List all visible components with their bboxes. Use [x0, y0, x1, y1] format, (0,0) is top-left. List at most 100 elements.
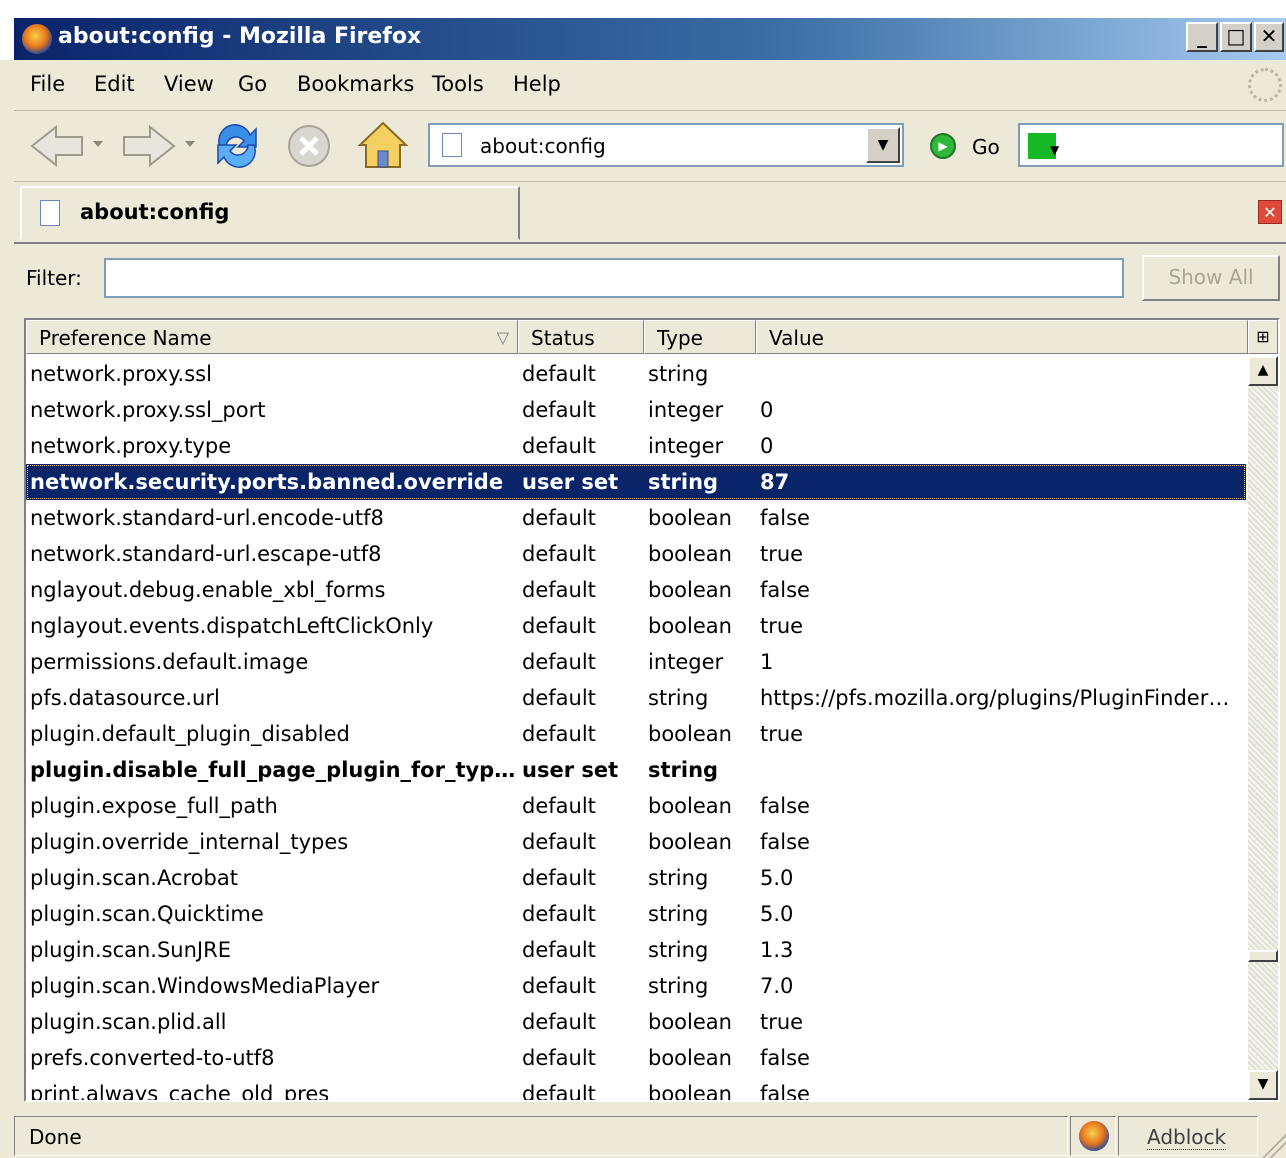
status-text: Done [29, 1125, 82, 1149]
status-cell: default [522, 578, 596, 602]
preference-name-cell: plugin.scan.plid.all [30, 1010, 227, 1034]
title-bar[interactable]: about:config - Mozilla Firefox _ □ ✕ [0, 0, 1286, 60]
status-cell: default [522, 974, 596, 998]
column-picker-icon[interactable]: ⊞ [1248, 320, 1278, 354]
preference-name-cell: network.standard-url.encode-utf8 [30, 506, 384, 530]
url-text[interactable]: about:config [480, 134, 606, 158]
maximize-button[interactable]: □ [1220, 22, 1252, 52]
table-row[interactable]: plugin.scan.SunJRE default string 1.3 [26, 932, 1246, 968]
menu-go[interactable]: Go [238, 72, 267, 96]
filter-input[interactable] [104, 258, 1124, 298]
menu-bookmarks[interactable]: Bookmarks [297, 72, 414, 96]
preferences-tree[interactable]: Preference Name ▽ Status Type Value ⊞ ne… [24, 318, 1280, 1102]
firefox-icon[interactable] [1079, 1121, 1109, 1151]
go-button-label[interactable]: Go [972, 135, 1000, 159]
tab-about-config[interactable]: about:config [20, 186, 520, 240]
status-cell: default [522, 1046, 596, 1070]
type-cell: string [648, 974, 709, 998]
preference-name-cell: network.proxy.ssl [30, 362, 212, 386]
adblock-label[interactable]: Adblock [1147, 1125, 1227, 1150]
column-header-type[interactable]: Type [644, 320, 756, 354]
window-title: about:config - Mozilla Firefox [58, 24, 422, 49]
table-row[interactable]: print.always_cache_old_pres default boolea… [26, 1076, 1246, 1102]
menu-view[interactable]: View [164, 72, 214, 96]
status-cell: default [522, 506, 596, 530]
resize-grip-icon[interactable] [1262, 1134, 1286, 1158]
table-row[interactable]: network.standard-url.encode-utf8 default b… [26, 500, 1246, 536]
column-header-preference-name[interactable]: Preference Name ▽ [26, 320, 518, 354]
table-row[interactable]: plugin.override_internal_types default boo… [26, 824, 1246, 860]
vertical-scrollbar[interactable]: ▲ ▼ [1248, 356, 1278, 1100]
table-row[interactable]: plugin.scan.Acrobat default string 5.0 [26, 860, 1246, 896]
type-cell: boolean [648, 794, 732, 818]
table-row[interactable]: network.proxy.ssl default string [26, 356, 1246, 392]
status-cell: default [522, 722, 596, 746]
table-row[interactable]: nglayout.debug.enable_xbl_forms default bo… [26, 572, 1246, 608]
status-cell: default [522, 1082, 596, 1102]
status-cell: default [522, 794, 596, 818]
status-cell: default [522, 650, 596, 674]
preference-name-cell: plugin.scan.SunJRE [30, 938, 231, 962]
table-row[interactable]: plugin.default_plugin_disabled default boo… [26, 716, 1246, 752]
type-cell: integer [648, 434, 724, 458]
forward-icon[interactable] [118, 123, 178, 169]
type-cell: boolean [648, 830, 732, 854]
table-row[interactable]: plugin.disable_full_page_plugin_for_type… [26, 752, 1246, 788]
table-row[interactable]: nglayout.events.dispatchLeftClickOnly def… [26, 608, 1246, 644]
table-row[interactable]: network.proxy.ssl_port default integer 0 [26, 392, 1246, 428]
tree-header: Preference Name ▽ Status Type Value ⊞ [26, 320, 1278, 356]
status-cell: default [522, 686, 596, 710]
table-row[interactable]: permissions.default.image default integer 1 [26, 644, 1246, 680]
scroll-thumb[interactable] [1248, 950, 1278, 962]
navigation-toolbar: about:config ▼ ▶ Go ▼ [14, 111, 1286, 182]
search-box[interactable]: ▼ [1018, 123, 1284, 167]
status-cell: default [522, 938, 596, 962]
column-header-status[interactable]: Status [518, 320, 644, 354]
table-row[interactable]: plugin.expose_full_path default boolean fal… [26, 788, 1246, 824]
status-cell: default [522, 362, 596, 386]
close-tab-icon[interactable]: ✕ [1258, 200, 1282, 224]
table-row[interactable]: plugin.scan.plid.all default boolean true [26, 1004, 1246, 1040]
preference-name-cell: network.proxy.type [30, 434, 232, 458]
status-cell: default [522, 434, 596, 458]
adblock-panel[interactable]: Adblock [1118, 1116, 1258, 1156]
page-icon [442, 133, 462, 157]
menu-tools[interactable]: Tools [432, 72, 484, 96]
type-cell: boolean [648, 506, 732, 530]
table-row[interactable]: plugin.scan.Quicktime default string 5.0 [26, 896, 1246, 932]
close-button[interactable]: ✕ [1254, 22, 1284, 52]
type-cell: string [648, 866, 709, 890]
table-row[interactable]: network.security.ports.banned.override us… [26, 464, 1246, 500]
reload-icon[interactable] [210, 119, 264, 171]
go-icon[interactable]: ▶ [930, 133, 956, 159]
back-icon[interactable] [28, 123, 88, 169]
forward-dropdown-icon[interactable] [184, 139, 196, 149]
table-row[interactable]: prefs.converted-to-utf8 default boolean fal… [26, 1040, 1246, 1076]
menu-file[interactable]: File [30, 72, 65, 96]
back-dropdown-icon[interactable] [92, 139, 104, 149]
scroll-up-icon[interactable]: ▲ [1248, 356, 1278, 386]
show-all-button[interactable]: Show All [1142, 255, 1280, 301]
minimize-button[interactable]: _ [1186, 22, 1218, 52]
stop-icon[interactable] [284, 121, 334, 171]
table-row[interactable]: plugin.scan.WindowsMediaPlayer default str… [26, 968, 1246, 1004]
scroll-down-icon[interactable]: ▼ [1248, 1070, 1278, 1100]
firefox-icon[interactable] [22, 24, 52, 54]
preference-name-cell: prefs.converted-to-utf8 [30, 1046, 275, 1070]
url-bar[interactable]: about:config ▼ [428, 123, 904, 167]
home-icon[interactable] [356, 119, 410, 171]
tab-strip: about:config ✕ [14, 182, 1286, 244]
table-row[interactable]: network.proxy.type default integer 0 [26, 428, 1246, 464]
table-row[interactable]: network.standard-url.escape-utf8 default b… [26, 536, 1246, 572]
table-row[interactable]: pfs.datasource.url default string https://p… [26, 680, 1246, 716]
search-engine-dropdown-icon[interactable]: ▼ [1050, 143, 1059, 157]
value-cell: 5.0 [760, 866, 794, 890]
url-dropdown-button[interactable]: ▼ [866, 127, 900, 163]
value-cell: false [760, 1082, 810, 1102]
type-cell: integer [648, 650, 724, 674]
value-cell: false [760, 1046, 810, 1070]
menu-edit[interactable]: Edit [94, 72, 135, 96]
type-cell: string [648, 362, 709, 386]
column-header-value[interactable]: Value [756, 320, 1248, 354]
menu-help[interactable]: Help [513, 72, 561, 96]
